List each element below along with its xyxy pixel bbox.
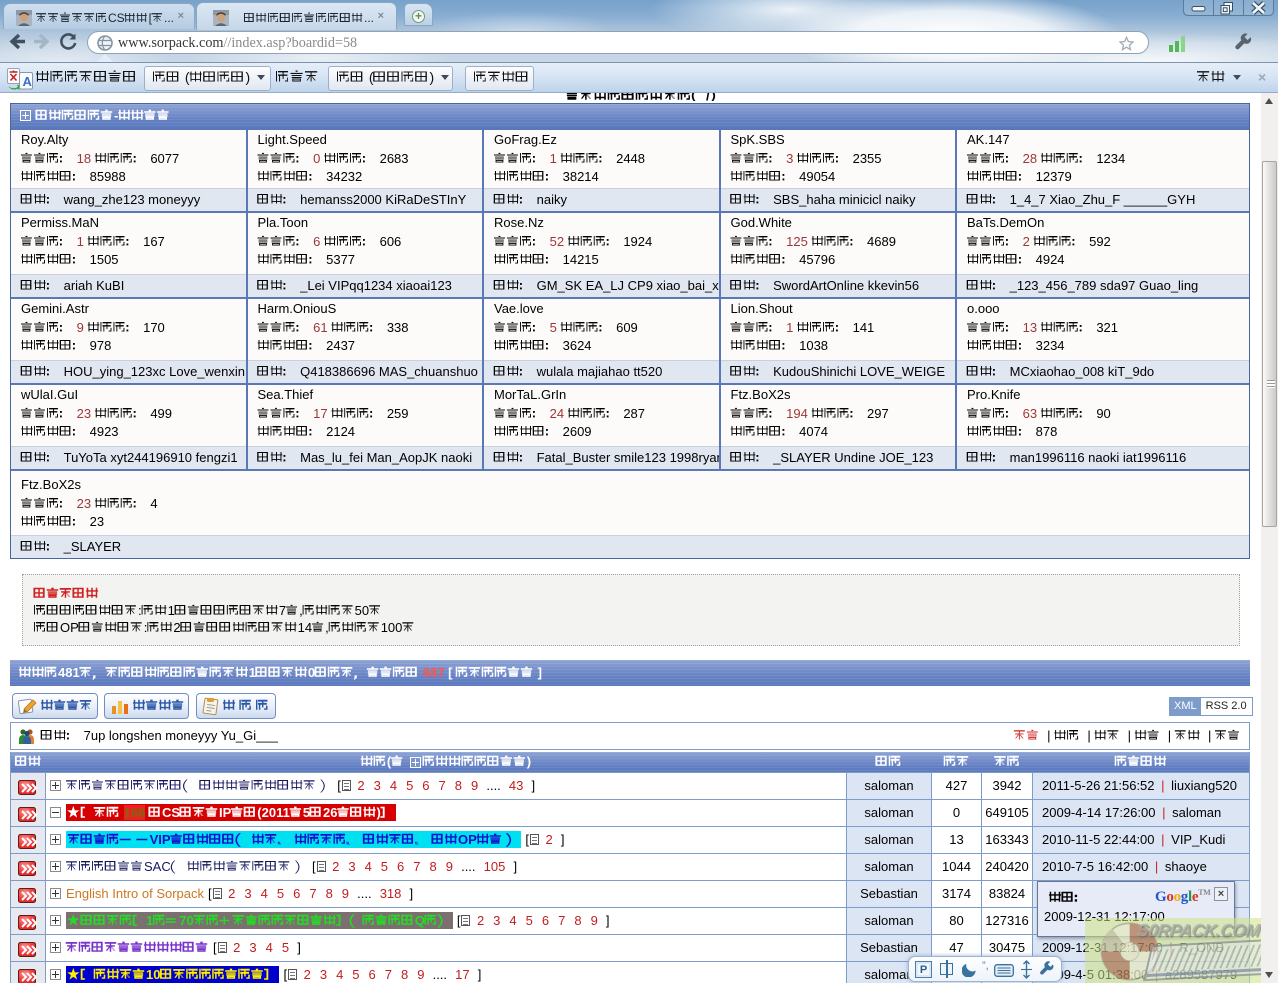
svg-text:A: A bbox=[23, 74, 33, 89]
